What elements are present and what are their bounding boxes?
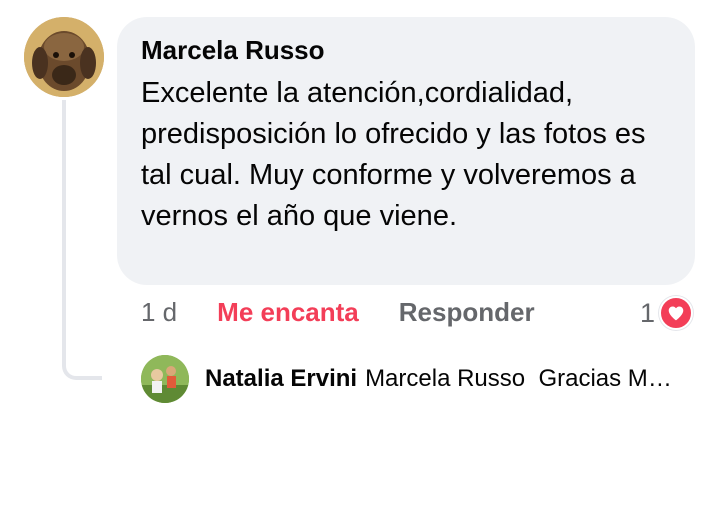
reply-avatar[interactable] — [141, 355, 189, 403]
heart-icon — [659, 296, 694, 330]
reply-preview[interactable]: Natalia Ervini Marcela Russo Gracias Mar… — [141, 355, 685, 403]
comment-timestamp[interactable]: 1 d — [141, 297, 177, 328]
reply-text: Marcela Russo Gracias Marcela! — [365, 365, 686, 392]
thread-connector-line — [62, 100, 102, 380]
reaction-count: 1 — [640, 297, 656, 328]
reaction-summary[interactable]: 1 — [640, 296, 694, 330]
love-reaction-button[interactable]: Me encanta — [217, 297, 359, 328]
reply-button[interactable]: Responder — [399, 297, 535, 328]
avatar[interactable] — [24, 17, 104, 97]
comment-bubble: Marcela Russo Excelente la atención,cord… — [117, 17, 695, 285]
comment-author[interactable]: Marcela Russo — [141, 35, 671, 65]
comment-actions: 1 d Me encanta Responder — [141, 297, 535, 328]
reply-author[interactable]: Natalia Ervini — [205, 365, 357, 393]
comment-text: Excelente la atención,cordialidad, predi… — [141, 77, 646, 232]
